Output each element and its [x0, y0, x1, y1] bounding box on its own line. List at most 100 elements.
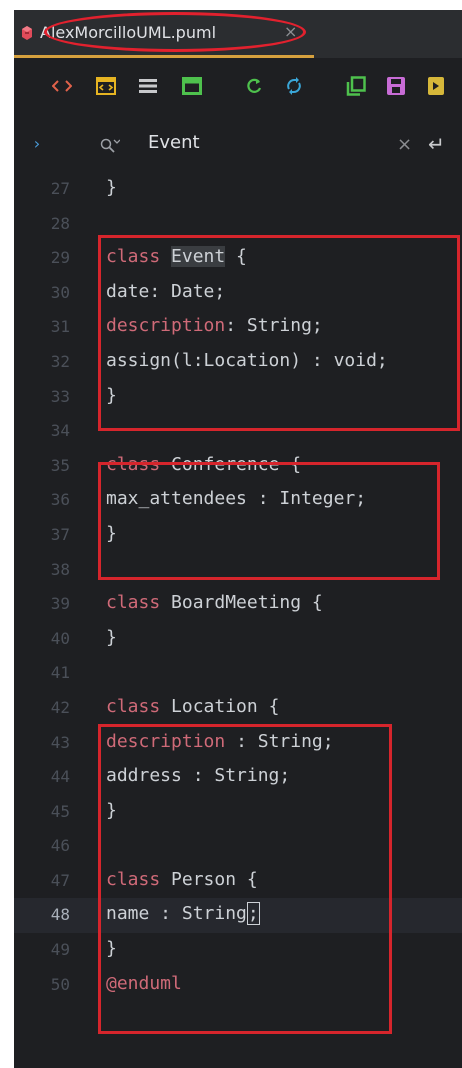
line-number: 29: [50, 248, 70, 268]
line-text: class Location {: [106, 695, 280, 717]
puml-file-icon: [22, 26, 32, 40]
refresh-icon[interactable]: [242, 74, 266, 98]
code-line: 34: [14, 414, 462, 449]
line-text: }: [106, 799, 117, 821]
line-number: 43: [50, 732, 70, 752]
search-match: Event: [171, 246, 226, 268]
line-number: 27: [50, 179, 70, 198]
line-number: 48: [50, 905, 70, 925]
line-number: 46: [50, 836, 70, 856]
search-icon[interactable]: [100, 138, 120, 154]
code-line: 39 class BoardMeeting {: [14, 587, 462, 622]
keyword: @enduml: [106, 972, 182, 994]
code-line: 46: [14, 829, 462, 864]
line-text: address : String;: [106, 765, 291, 787]
enter-icon[interactable]: ↵: [428, 132, 445, 156]
code-line: 38: [14, 553, 462, 588]
code-line: 31 description: String;: [14, 310, 462, 345]
code-line: 28: [14, 207, 462, 242]
expand-replace-icon[interactable]: ›: [32, 134, 42, 153]
line-text: description : String;: [106, 730, 334, 752]
tab-bar: AlexMorcilloUML.puml ×: [14, 10, 462, 58]
line-number: 35: [50, 455, 70, 475]
code-area[interactable]: 27 } 28 29 class Event { 30 date: Date; …: [14, 172, 462, 1002]
line-text: date: Date;: [106, 280, 226, 302]
code-line-current: 48 name : String;: [14, 898, 462, 934]
code-line: 29 class Event {: [14, 241, 462, 276]
line-text: }: [106, 626, 117, 648]
line-number: 39: [50, 594, 70, 614]
line-number: 34: [50, 421, 70, 441]
line-text: class BoardMeeting {: [106, 592, 323, 614]
line-number: 30: [50, 282, 70, 302]
code-line: 45 }: [14, 795, 462, 830]
line-text: max_attendees : Integer;: [106, 488, 367, 510]
toolbar: [14, 58, 462, 114]
code-line: 33 }: [14, 380, 462, 415]
editor-window: AlexMorcilloUML.puml × › Event × ↵ 27} …: [14, 10, 462, 1068]
line-number: 42: [50, 697, 70, 717]
line-number: 50: [50, 974, 70, 994]
code-line: 47 class Person {: [14, 864, 462, 899]
line-number: 45: [50, 801, 70, 821]
line-number: 41: [50, 663, 70, 683]
code-line: 44 address : String;: [14, 760, 462, 795]
line-text: name : String;: [106, 902, 260, 926]
code-line: 30 date: Date;: [14, 276, 462, 311]
keyword: description: [106, 730, 226, 752]
line-number: 32: [50, 351, 70, 371]
keyword: class: [106, 868, 161, 890]
line-number: 36: [50, 490, 70, 510]
code-line: 36 max_attendees : Integer;: [14, 483, 462, 518]
sync-icon[interactable]: [282, 74, 306, 98]
code-line: 50 @enduml: [14, 968, 462, 1003]
line-number: 44: [50, 767, 70, 787]
code-line: 41: [14, 656, 462, 691]
text-caret: ;: [246, 902, 260, 926]
line-text: }: [106, 938, 117, 960]
line-text: class Person {: [106, 868, 258, 890]
line-text: @enduml: [106, 973, 182, 994]
line-number: 38: [50, 559, 70, 579]
export-icon[interactable]: [424, 74, 448, 98]
code-line: 32 assign(l:Location) : void;: [14, 345, 462, 380]
line-text: }: [106, 522, 117, 544]
save-icon[interactable]: [384, 74, 408, 98]
line-number: 40: [50, 628, 70, 648]
line-number: 47: [50, 870, 70, 890]
list-view-icon[interactable]: [136, 74, 160, 98]
code-line: 42 class Location {: [14, 691, 462, 726]
line-text: }: [106, 177, 117, 198]
line-text: }: [106, 384, 117, 406]
line-number: 28: [50, 213, 70, 233]
file-tab[interactable]: AlexMorcilloUML.puml ×: [14, 10, 306, 58]
line-number: 33: [50, 386, 70, 406]
code-line: 27 }: [14, 172, 462, 207]
split-view-icon[interactable]: [94, 74, 118, 98]
line-number: 49: [50, 940, 70, 960]
code-line: 40 }: [14, 622, 462, 657]
line-text: class Event {: [106, 246, 247, 268]
keyword: description: [106, 315, 226, 337]
line-text: description: String;: [106, 315, 323, 337]
code-line: 35 class Conference {: [14, 449, 462, 484]
line-number: 37: [50, 524, 70, 544]
code-line: 37 }: [14, 518, 462, 553]
keyword: class: [106, 246, 161, 268]
line-number: 31: [50, 317, 70, 337]
code-view-icon[interactable]: [50, 74, 74, 98]
close-search-icon[interactable]: ×: [397, 134, 412, 155]
line-text: assign(l:Location) : void;: [106, 349, 388, 371]
line-text: class Conference {: [106, 453, 302, 475]
search-input[interactable]: [148, 132, 368, 153]
keyword: class: [106, 453, 161, 475]
keyword: class: [106, 592, 161, 614]
search-bar: › × ↵: [14, 114, 462, 174]
tab-close-icon[interactable]: ×: [284, 22, 297, 41]
copy-icon[interactable]: [344, 74, 368, 98]
code-line: 43 description : String;: [14, 726, 462, 761]
tab-filename: AlexMorcilloUML.puml: [40, 23, 217, 42]
keyword: class: [106, 695, 161, 717]
preview-icon[interactable]: [180, 74, 204, 98]
code-line: 49 }: [14, 933, 462, 968]
